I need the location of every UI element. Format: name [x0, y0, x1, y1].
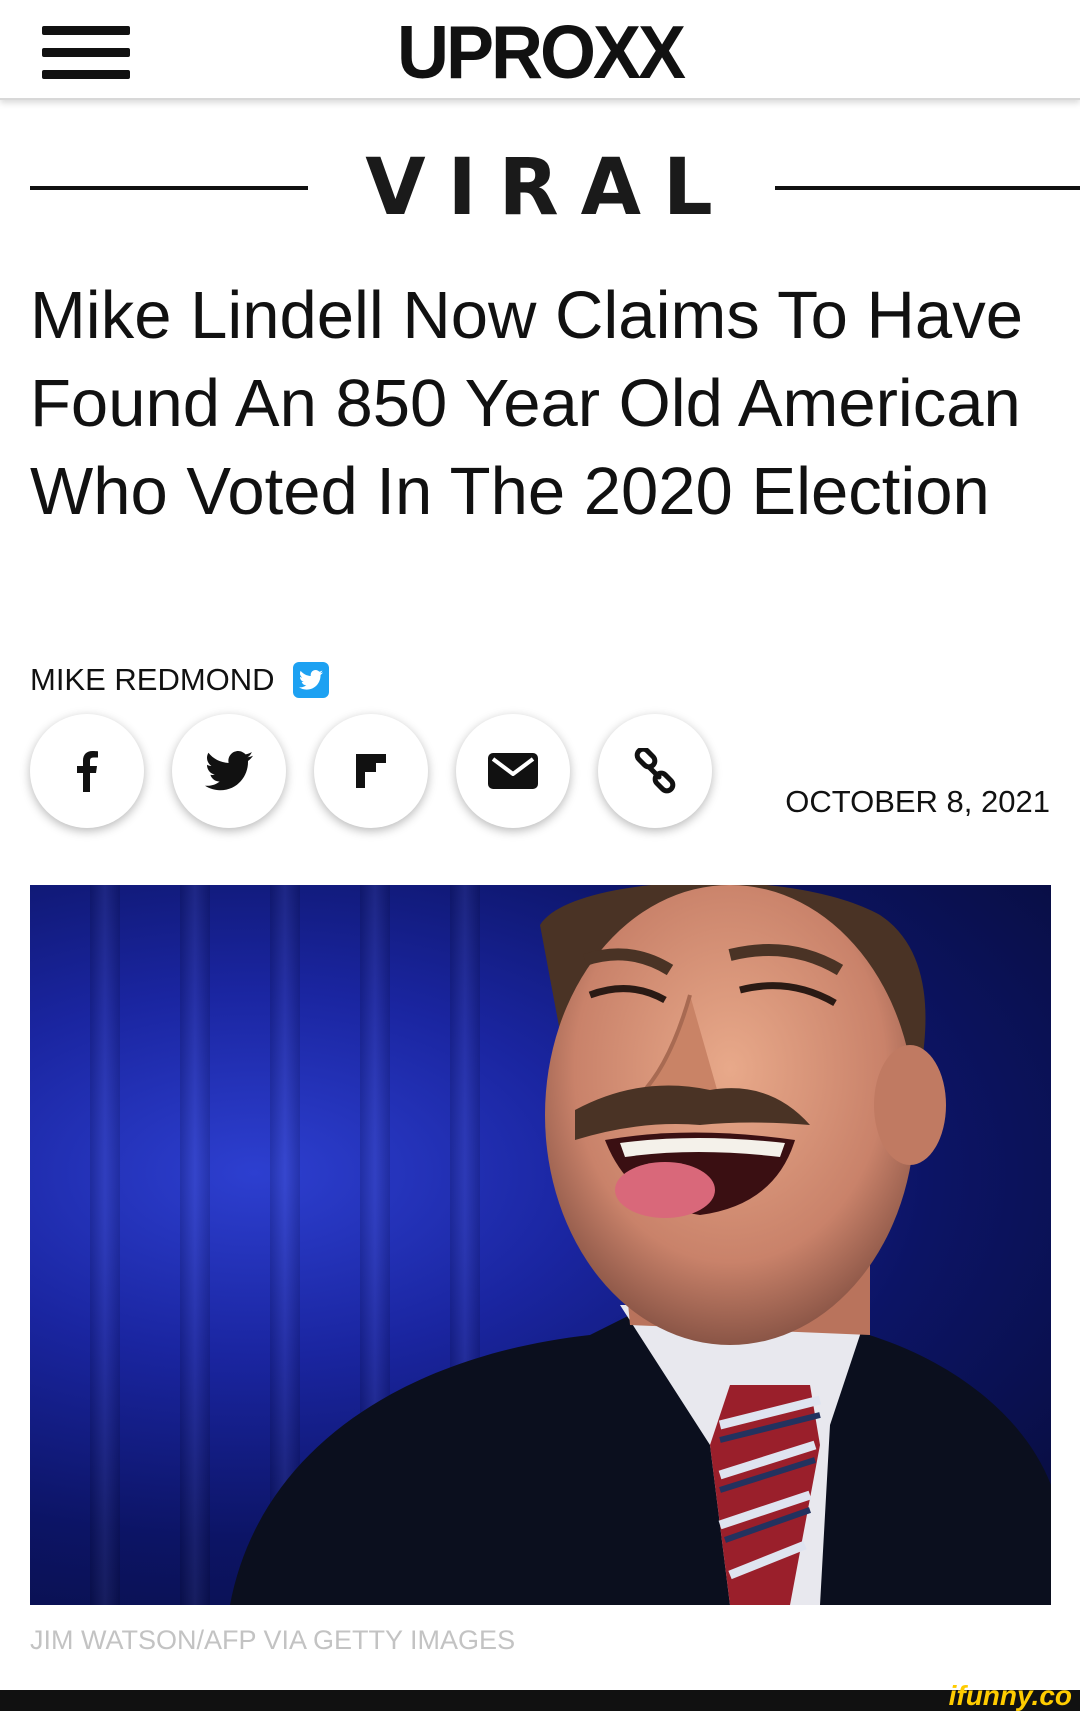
section-label[interactable]: VIRAL — [330, 148, 770, 228]
section-divider-right — [775, 186, 1080, 190]
photo-credit: JIM WATSON/AFP VIA GETTY IMAGES — [30, 1625, 516, 1655]
ifunny-watermark: ifunny.co — [948, 1680, 1072, 1711]
top-navigation-bar: UPROXX — [0, 0, 1080, 100]
author-name[interactable]: MIKE REDMOND — [30, 662, 275, 698]
twitter-icon — [205, 751, 253, 791]
hamburger-menu-icon[interactable] — [42, 26, 130, 82]
author-twitter-icon[interactable] — [292, 662, 329, 698]
share-flipboard-button[interactable] — [314, 714, 428, 828]
copy-link-button[interactable] — [598, 714, 712, 828]
flipboard-icon — [356, 754, 386, 788]
share-facebook-button[interactable] — [30, 714, 144, 828]
share-twitter-button[interactable] — [172, 714, 286, 828]
publish-date: OCTOBER 8, 2021 — [785, 784, 1050, 819]
facebook-icon — [77, 751, 98, 792]
footer-bar — [0, 1690, 1080, 1711]
article-headline: Mike Lindell Now Claims To Have Found An… — [30, 278, 1023, 529]
email-icon — [488, 753, 538, 789]
section-divider-left — [30, 186, 308, 190]
byline: MIKE REDMOND — [30, 660, 329, 700]
section-header: VIRAL — [30, 148, 1080, 228]
laughing-man-photo — [230, 885, 1051, 1605]
site-logo[interactable]: UPROXX — [380, 8, 700, 98]
link-icon — [634, 748, 676, 794]
article-hero-image[interactable] — [30, 885, 1051, 1605]
share-email-button[interactable] — [456, 714, 570, 828]
